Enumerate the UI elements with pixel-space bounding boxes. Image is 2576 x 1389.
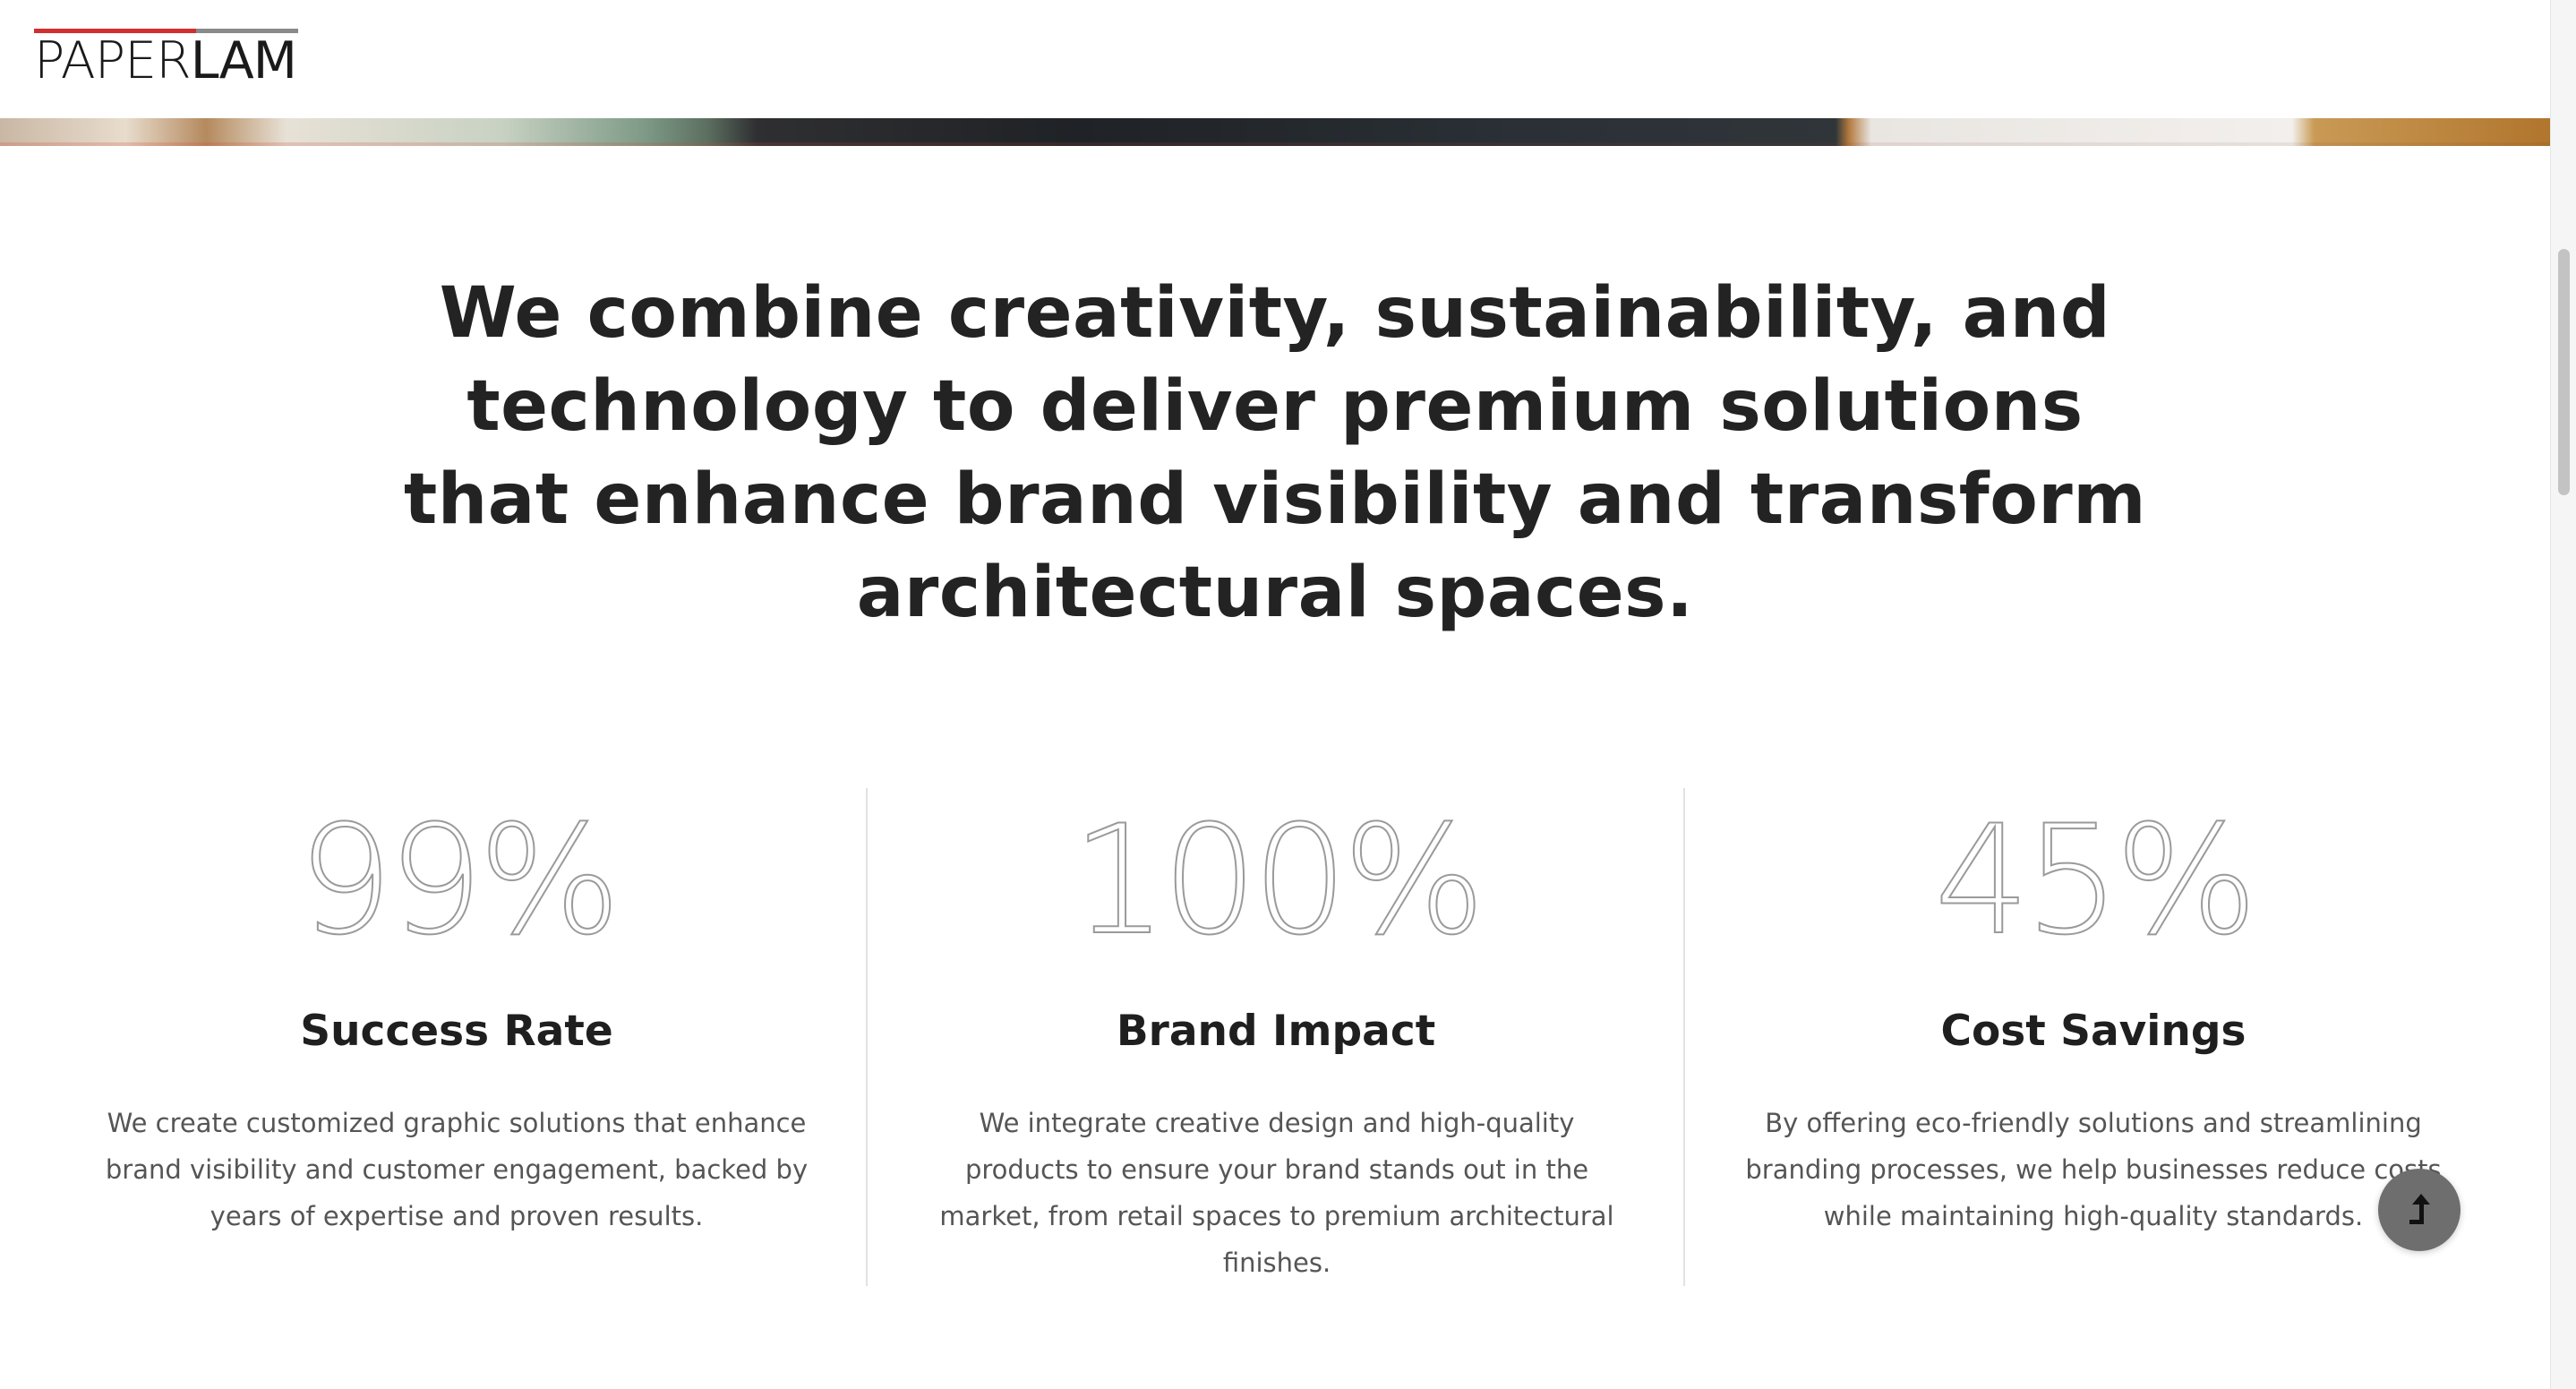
- intro-headline: We combine creativity, sustainability, a…: [403, 273, 2147, 633]
- stat-title: Success Rate: [300, 1007, 613, 1056]
- stat-title: Brand Impact: [1116, 1007, 1436, 1056]
- stats-section: 99% Success Rate We create customized gr…: [48, 788, 2502, 1290]
- back-to-top-button[interactable]: [2378, 1169, 2460, 1251]
- logo-wordmark: PAPERLAM: [34, 31, 297, 90]
- stat-title: Cost Savings: [1940, 1007, 2247, 1056]
- logo-text-light: PAPER: [34, 31, 192, 90]
- stat-description: We create customized graphic solutions t…: [105, 1108, 809, 1231]
- stat-value: 99%: [296, 793, 621, 968]
- page: PAPERLAM We combine creativity, sustaina…: [0, 0, 2576, 1389]
- logo-text-bold: LAM: [190, 31, 297, 90]
- arrow-up-icon: [2409, 1194, 2430, 1224]
- stat-success-rate: 99% Success Rate We create customized gr…: [48, 788, 865, 1286]
- site-header: PAPERLAM: [0, 0, 2550, 118]
- stat-brand-impact: 100% Brand Impact We integrate creative …: [866, 788, 1684, 1286]
- stat-description: We integrate creative design and high-qu…: [939, 1108, 1614, 1278]
- page-scrollbar[interactable]: [2550, 0, 2576, 1389]
- scrollbar-thumb[interactable]: [2558, 249, 2570, 495]
- paperlam-logo[interactable]: PAPERLAM: [34, 29, 298, 90]
- stat-description: By offering eco-friendly solutions and s…: [1745, 1108, 2442, 1231]
- stat-value: 45%: [1933, 793, 2258, 968]
- hero-image-edge: [0, 142, 2550, 146]
- stat-value: 100%: [1071, 793, 1486, 968]
